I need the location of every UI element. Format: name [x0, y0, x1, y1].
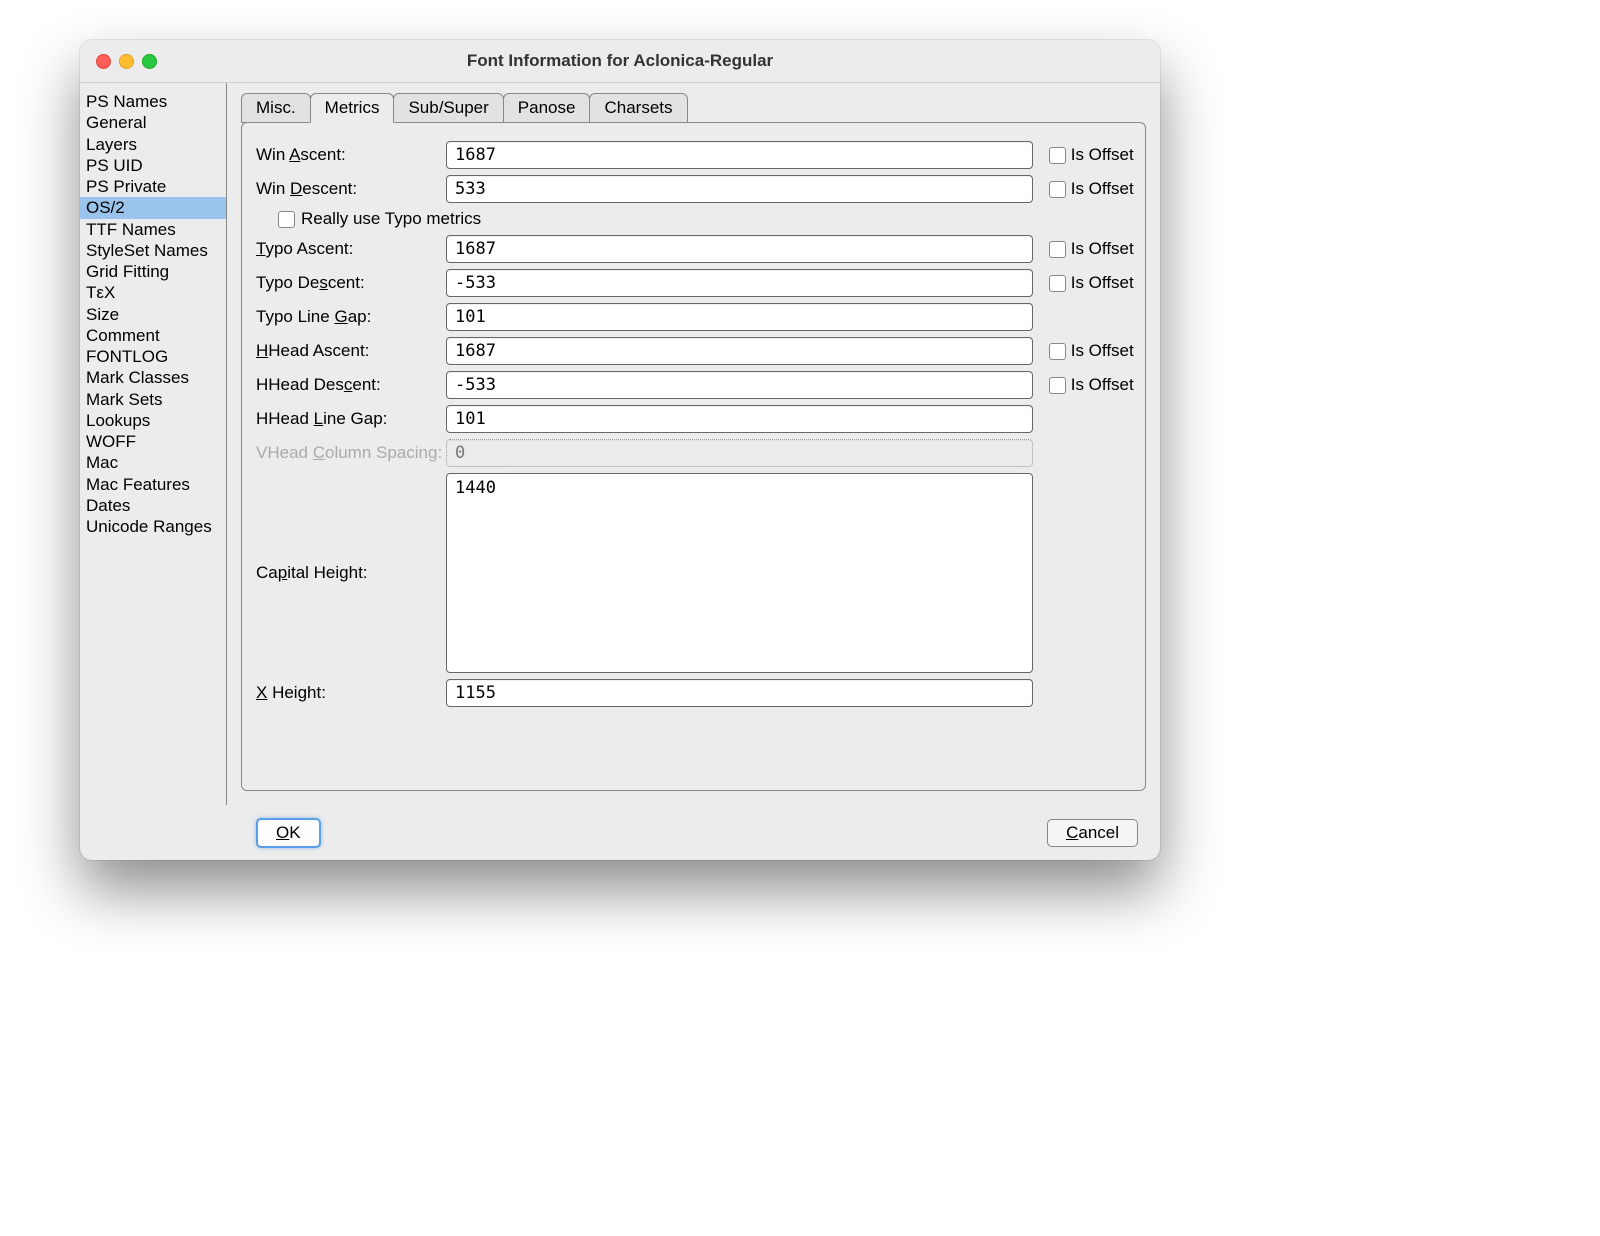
sidebar-item-unicode-ranges[interactable]: Unicode Ranges: [80, 516, 226, 537]
tab-panose[interactable]: Panose: [503, 93, 591, 123]
win-ascent-offset[interactable]: Is Offset: [1033, 145, 1131, 165]
hhead-ascent-label: HHead Ascent:: [256, 341, 446, 361]
button-bar: OK Cancel: [80, 805, 1160, 860]
typo-descent-label: Typo Descent:: [256, 273, 446, 293]
typo-line-gap-label: Typo Line Gap:: [256, 307, 446, 327]
win-ascent-label: Win Ascent:: [256, 145, 446, 165]
titlebar: Font Information for Aclonica-Regular: [80, 40, 1160, 83]
typo-ascent-offset[interactable]: Is Offset: [1033, 239, 1131, 259]
ok-button[interactable]: OK: [256, 818, 321, 848]
x-height-label: X Height:: [256, 683, 446, 703]
zoom-icon[interactable]: [142, 54, 157, 69]
typo-ascent-input[interactable]: [446, 235, 1033, 263]
sidebar-item-mac[interactable]: Mac: [80, 452, 226, 473]
sidebar-item-woff[interactable]: WOFF: [80, 431, 226, 452]
sidebar: PS Names General Layers PS UID PS Privat…: [80, 83, 227, 805]
win-descent-label: Win Descent:: [256, 179, 446, 199]
sidebar-item-mark-sets[interactable]: Mark Sets: [80, 389, 226, 410]
sidebar-item-os2[interactable]: OS/2: [80, 197, 226, 218]
hhead-ascent-input[interactable]: [446, 337, 1033, 365]
main-panel: Misc. Metrics Sub/Super Panose Charsets …: [227, 83, 1160, 805]
hhead-descent-input[interactable]: [446, 371, 1033, 399]
typo-descent-input[interactable]: [446, 269, 1033, 297]
hhead-ascent-offset[interactable]: Is Offset: [1033, 341, 1131, 361]
really-use-typo-checkbox[interactable]: [278, 211, 295, 228]
win-ascent-input[interactable]: [446, 141, 1033, 169]
sidebar-item-fontlog[interactable]: FONTLOG: [80, 346, 226, 367]
hhead-line-gap-input[interactable]: [446, 405, 1033, 433]
sidebar-item-mark-classes[interactable]: Mark Classes: [80, 367, 226, 388]
sidebar-item-mac-features[interactable]: Mac Features: [80, 474, 226, 495]
capital-height-input[interactable]: 1440: [446, 473, 1033, 673]
sidebar-item-ps-names[interactable]: PS Names: [80, 91, 226, 112]
content-area: PS Names General Layers PS UID PS Privat…: [80, 83, 1160, 805]
really-use-typo-label: Really use Typo metrics: [301, 209, 481, 229]
cancel-button[interactable]: Cancel: [1047, 819, 1138, 847]
traffic-lights: [80, 54, 157, 69]
close-icon[interactable]: [96, 54, 111, 69]
vhead-col-spacing-label: VHead Column Spacing:: [256, 443, 446, 463]
typo-ascent-label: Typo Ascent:: [256, 239, 446, 259]
sidebar-item-lookups[interactable]: Lookups: [80, 410, 226, 431]
vhead-col-spacing-input: [446, 439, 1033, 467]
tab-metrics[interactable]: Metrics: [310, 93, 395, 123]
tab-sub-super[interactable]: Sub/Super: [393, 93, 503, 123]
hhead-descent-offset[interactable]: Is Offset: [1033, 375, 1131, 395]
metrics-panel: Win Ascent: Is Offset Win Descent: Is Of…: [241, 122, 1146, 791]
win-descent-input[interactable]: [446, 175, 1033, 203]
sidebar-item-dates[interactable]: Dates: [80, 495, 226, 516]
sidebar-item-grid-fitting[interactable]: Grid Fitting: [80, 261, 226, 282]
minimize-icon[interactable]: [119, 54, 134, 69]
sidebar-item-ps-uid[interactable]: PS UID: [80, 155, 226, 176]
win-descent-offset[interactable]: Is Offset: [1033, 179, 1131, 199]
font-info-window: Font Information for Aclonica-Regular PS…: [80, 40, 1160, 860]
typo-line-gap-input[interactable]: [446, 303, 1033, 331]
hhead-descent-label: HHead Descent:: [256, 375, 446, 395]
tab-charsets[interactable]: Charsets: [589, 93, 687, 123]
sidebar-item-tex[interactable]: TεX: [80, 282, 226, 303]
sidebar-item-ps-private[interactable]: PS Private: [80, 176, 226, 197]
sidebar-item-comment[interactable]: Comment: [80, 325, 226, 346]
sidebar-item-size[interactable]: Size: [80, 304, 226, 325]
sidebar-item-ttf-names[interactable]: TTF Names: [80, 219, 226, 240]
sidebar-item-layers[interactable]: Layers: [80, 134, 226, 155]
tab-misc[interactable]: Misc.: [241, 93, 311, 123]
window-title: Font Information for Aclonica-Regular: [80, 51, 1160, 71]
sidebar-item-styleset-names[interactable]: StyleSet Names: [80, 240, 226, 261]
tab-row: Misc. Metrics Sub/Super Panose Charsets: [241, 93, 1146, 123]
capital-height-label: Capital Height:: [256, 563, 446, 583]
typo-descent-offset[interactable]: Is Offset: [1033, 273, 1131, 293]
hhead-line-gap-label: HHead Line Gap:: [256, 409, 446, 429]
sidebar-item-general[interactable]: General: [80, 112, 226, 133]
x-height-input[interactable]: [446, 679, 1033, 707]
